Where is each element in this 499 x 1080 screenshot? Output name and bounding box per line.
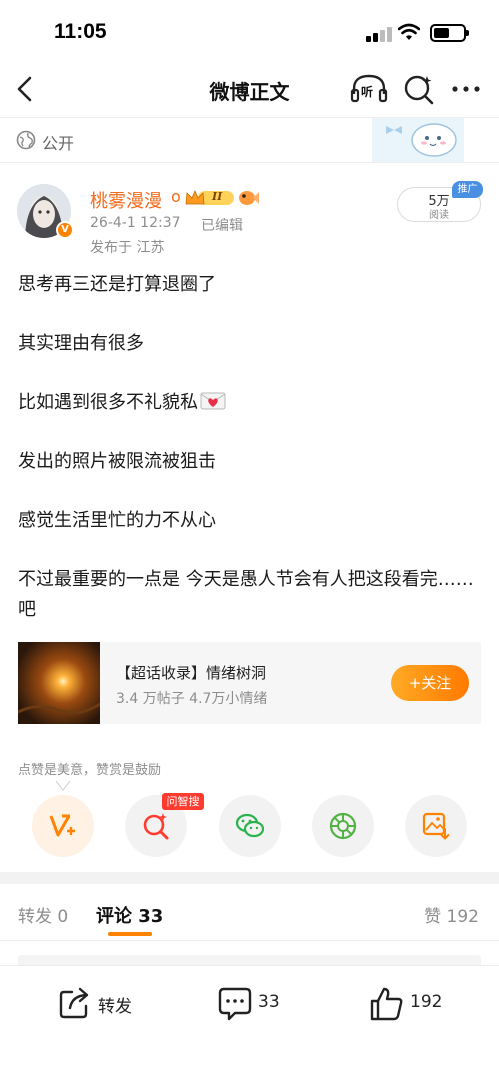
thumbs-up-icon xyxy=(370,987,403,1021)
post-paragraph: 感觉生活里忙的力不从心 xyxy=(18,510,216,531)
visibility-label: 公开 xyxy=(42,134,75,153)
promo-tag[interactable]: 推广 xyxy=(452,181,483,198)
member-level: II xyxy=(212,190,223,203)
repost-label: 转发 xyxy=(98,997,132,1017)
share-moments-button[interactable] xyxy=(312,795,374,857)
post-paragraph: 不过最重要的一点是 今天是愚人节会有人把这段看完……吧 xyxy=(18,569,474,620)
like-button[interactable]: 192 xyxy=(370,986,450,1022)
bottom-action-bar: 转发 33 192 xyxy=(0,965,499,1080)
save-image-icon xyxy=(422,812,450,840)
repost-icon xyxy=(59,987,89,1019)
wechat-icon xyxy=(235,813,265,838)
post-paragraph: 思考再三还是打算退圈了 xyxy=(18,274,216,295)
reward-icon xyxy=(49,814,75,837)
ai-search-icon xyxy=(143,813,169,840)
save-image-button[interactable] xyxy=(405,795,467,857)
nav-bar: 微博正文 听 xyxy=(0,64,499,116)
comment-count: 33 xyxy=(258,992,280,1012)
follow-button[interactable]: +关注 xyxy=(391,665,469,701)
listen-label: 听 xyxy=(361,85,374,99)
tabs-divider xyxy=(0,940,499,941)
like-count: 192 xyxy=(410,992,443,1012)
reward-button[interactable] xyxy=(32,795,94,857)
topic-stats: 3.4 万帖子 4.7万小情绪 xyxy=(116,691,268,707)
post-paragraph: 其实理由有很多 xyxy=(18,333,144,354)
topic-card[interactable]: 【超话收录】情绪树洞 3.4 万帖子 4.7万小情绪 +关注 xyxy=(18,642,481,724)
tab-indicator xyxy=(108,932,152,936)
wifi-icon xyxy=(398,23,420,40)
more-icon[interactable] xyxy=(449,74,483,104)
visibility-divider xyxy=(0,162,499,163)
signal-icon xyxy=(366,26,392,42)
author-name[interactable]: 桃雾漫漫 xyxy=(90,187,162,213)
wenzhi-badge: 问智搜 xyxy=(162,793,204,810)
tab-reposts[interactable]: 转发 0 xyxy=(18,902,68,927)
love-letter-icon xyxy=(200,392,226,410)
ai-search-button[interactable] xyxy=(402,72,436,106)
battery-icon xyxy=(430,24,469,42)
topic-title: 【超话收录】情绪树洞 xyxy=(116,664,267,682)
globe-icon xyxy=(16,130,36,150)
tab-likes[interactable]: 赞 192 xyxy=(424,902,479,927)
topic-thumbnail xyxy=(18,642,100,724)
post-date: 26-4-1 12:37 xyxy=(90,215,181,231)
fish-icon xyxy=(239,191,259,205)
status-bar: 11:05 xyxy=(0,0,499,64)
post-paragraph: 比如遇到很多不礼貌私 xyxy=(18,388,484,418)
pointer-icon xyxy=(56,781,70,791)
crown-icon xyxy=(185,189,234,205)
reward-hint: 点赞是美意，赞赏是鼓励 xyxy=(18,763,162,778)
comment-icon xyxy=(218,987,252,1021)
verified-badge-icon: V xyxy=(56,221,74,239)
post-paragraph-text: 比如遇到很多不礼貌私 xyxy=(18,392,198,413)
read-label: 阅读 xyxy=(429,210,449,221)
member-level-badge[interactable]: II xyxy=(184,188,236,208)
visibility-row: 公开 xyxy=(0,118,499,162)
edited-label[interactable]: 已编辑 xyxy=(201,215,243,235)
moments-icon xyxy=(329,812,357,840)
repost-button[interactable]: 转发 xyxy=(58,986,148,1022)
cute-sticker-icon xyxy=(372,118,464,162)
listen-button[interactable]: 听 xyxy=(350,72,388,106)
status-time: 11:05 xyxy=(54,20,107,43)
post-location: 发布于 江苏 xyxy=(90,240,165,256)
section-separator xyxy=(0,872,499,884)
tab-comments[interactable]: 评论 33 xyxy=(96,902,163,928)
author-name-suffix: o xyxy=(171,187,181,206)
share-wechat-button[interactable] xyxy=(219,795,281,857)
comment-button[interactable]: 33 xyxy=(218,986,298,1022)
post-paragraph: 发出的照片被限流被狙击 xyxy=(18,451,216,472)
